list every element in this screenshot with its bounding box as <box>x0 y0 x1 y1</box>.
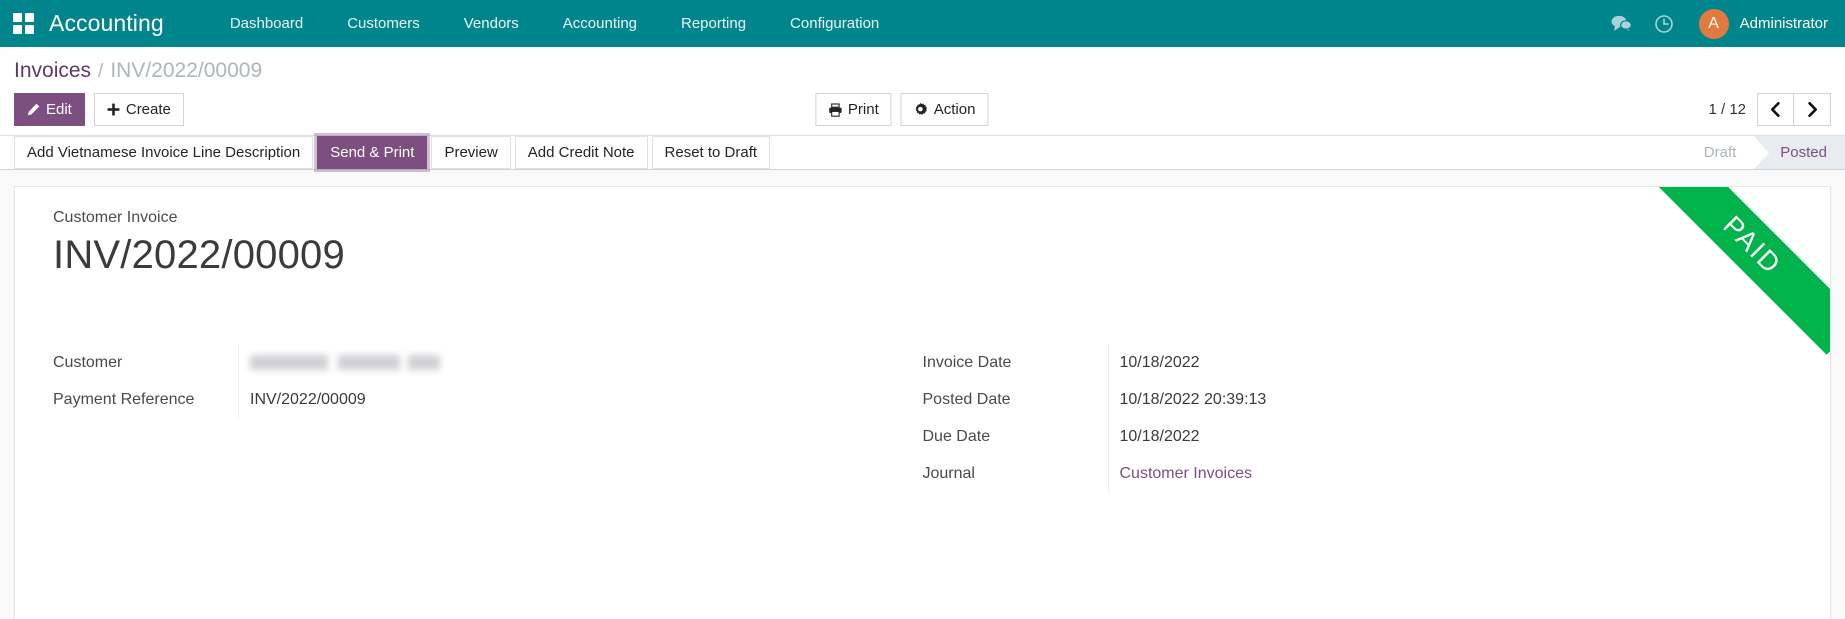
form-column-left: Customer Payment Reference INV/2022/0000… <box>53 344 923 492</box>
statusbar-button-preview[interactable]: Preview <box>431 136 511 169</box>
nav-item-accounting[interactable]: Accounting <box>541 0 659 47</box>
print-button[interactable]: Print <box>814 93 892 126</box>
pencil-icon <box>27 103 40 116</box>
sheet-background: PAID Customer Invoice INV/2022/00009 Cus… <box>0 170 1845 619</box>
field-payment-reference-value[interactable]: INV/2022/00009 <box>238 381 883 418</box>
breadcrumb-root[interactable]: Invoices <box>14 59 91 83</box>
nav-item-dashboard[interactable]: Dashboard <box>208 0 325 47</box>
statusbar-button-add-credit-note[interactable]: Add Credit Note <box>514 136 648 169</box>
field-due-date-label: Due Date <box>922 427 991 445</box>
field-posted-date-label: Posted Date <box>922 390 1011 408</box>
nav-item-customers[interactable]: Customers <box>325 0 442 47</box>
navbar-right-group: A Administrator <box>1601 0 1845 47</box>
status-pill-draft[interactable]: Draft <box>1677 136 1755 169</box>
clock-icon[interactable] <box>1643 0 1685 47</box>
status-pill-posted[interactable]: Posted <box>1754 136 1845 169</box>
avatar[interactable]: A <box>1698 8 1729 39</box>
app-brand-title[interactable]: Accounting <box>49 10 164 37</box>
redacted-customer-name <box>250 355 440 370</box>
breadcrumb-current: INV/2022/00009 <box>110 59 263 82</box>
breadcrumb: Invoices / INV/2022/00009 <box>14 47 1831 85</box>
field-invoice-date-label: Invoice Date <box>922 353 1012 371</box>
field-journal-label: Journal <box>922 464 975 482</box>
nav-item-vendors[interactable]: Vendors <box>442 0 541 47</box>
action-button[interactable]: Action <box>900 93 989 126</box>
printer-icon <box>828 102 842 117</box>
breadcrumb-separator: / <box>98 61 104 82</box>
pager-next-button[interactable] <box>1794 93 1831 126</box>
print-button-label: Print <box>847 101 879 118</box>
field-customer: Customer <box>53 344 883 381</box>
form-fields: Customer Payment Reference INV/2022/0000… <box>53 344 1792 492</box>
invoice-form-sheet: PAID Customer Invoice INV/2022/00009 Cus… <box>14 186 1831 619</box>
nav-item-reporting[interactable]: Reporting <box>659 0 768 47</box>
statusbar-button-reset-to-draft[interactable]: Reset to Draft <box>651 136 771 169</box>
edit-button-label: Edit <box>46 101 72 118</box>
secondary-buttons-group: Print Action <box>814 93 989 126</box>
field-posted-date-value[interactable]: 10/18/2022 20:39:13 <box>1107 381 1753 418</box>
control-panel: Invoices / INV/2022/00009 Edit Create Pr… <box>0 47 1845 136</box>
top-navbar: Accounting Dashboard Customers Vendors A… <box>0 0 1845 47</box>
action-button-label: Action <box>933 101 976 118</box>
field-payment-reference: Payment Reference INV/2022/00009 <box>53 381 883 418</box>
plus-icon <box>107 103 120 116</box>
apps-grid-icon[interactable] <box>13 12 35 35</box>
chevron-left-icon <box>1770 102 1781 117</box>
page-title: INV/2022/00009 <box>53 233 345 277</box>
pager-count: 1 / 12 <box>1708 101 1746 118</box>
create-button-label: Create <box>125 101 171 118</box>
field-journal-value[interactable]: Customer Invoices <box>1107 455 1753 492</box>
field-invoice-date-value[interactable]: 10/18/2022 <box>1107 344 1753 381</box>
field-posted-date: Posted Date 10/18/2022 20:39:13 <box>923 381 1753 418</box>
control-buttons-row: Edit Create Print Action 1 / 12 <box>14 85 1831 135</box>
field-invoice-date: Invoice Date 10/18/2022 <box>923 344 1753 381</box>
chevron-right-icon <box>1807 102 1818 117</box>
pager-previous-button[interactable] <box>1757 93 1794 126</box>
gear-icon <box>914 102 928 117</box>
field-customer-value[interactable] <box>238 344 883 381</box>
statusbar-button-add-vietnamese-invoice-line-description[interactable]: Add Vietnamese Invoice Line Description <box>14 136 314 169</box>
field-due-date-value[interactable]: 10/18/2022 <box>1107 418 1753 455</box>
field-customer-label: Customer <box>53 353 123 371</box>
pager-buttons <box>1757 93 1831 126</box>
chat-bubbles-icon[interactable] <box>1601 0 1643 47</box>
status-pills: Draft Posted <box>1677 136 1845 169</box>
primary-buttons-group: Edit Create <box>14 93 184 126</box>
document-type-label: Customer Invoice <box>53 209 178 226</box>
field-journal: Journal Customer Invoices <box>923 455 1753 492</box>
form-statusbar: Add Vietnamese Invoice Line Description … <box>0 136 1845 170</box>
main-menu: Dashboard Customers Vendors Accounting R… <box>208 0 901 47</box>
nav-item-configuration[interactable]: Configuration <box>768 0 901 47</box>
field-payment-reference-label: Payment Reference <box>53 390 195 408</box>
user-menu-label[interactable]: Administrator <box>1740 15 1828 32</box>
form-column-right: Invoice Date 10/18/2022 Posted Date 10/1… <box>923 344 1793 492</box>
pager: 1 / 12 <box>1708 93 1831 126</box>
edit-button[interactable]: Edit <box>14 93 85 126</box>
field-due-date: Due Date 10/18/2022 <box>923 418 1753 455</box>
statusbar-button-send-and-print[interactable]: Send & Print <box>317 136 428 169</box>
create-button[interactable]: Create <box>93 93 184 126</box>
